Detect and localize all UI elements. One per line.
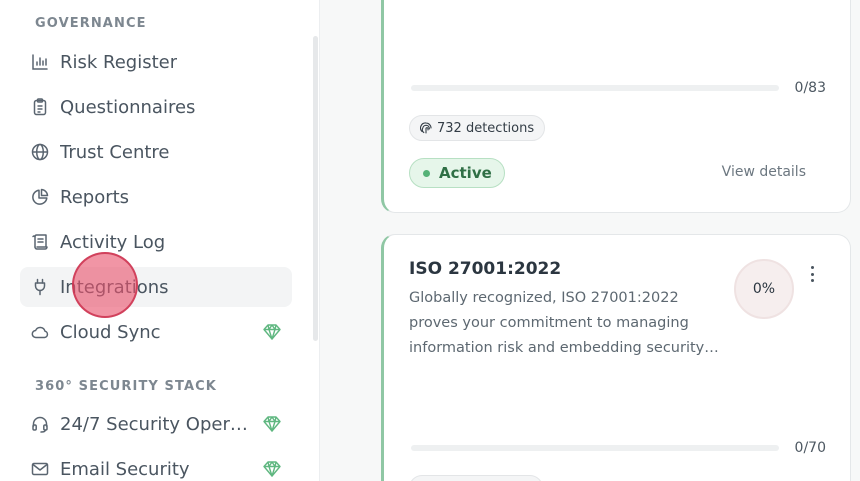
sidebar-item-email-security[interactable]: Email Security: [20, 449, 292, 481]
sidebar-item-integrations[interactable]: Integrations: [20, 267, 292, 307]
progress-count: 0/83: [794, 80, 826, 96]
card-description: Globally recognized, ISO 27001:2022 prov…: [409, 290, 705, 356]
sidebar-item-label: 24/7 Security Operations: [60, 413, 252, 435]
sidebar-item-label: Email Security: [60, 458, 190, 480]
clipboard-icon: [30, 97, 50, 117]
sidebar-item-questionnaires[interactable]: Questionnaires: [20, 87, 292, 127]
more-options-icon[interactable]: [804, 263, 820, 285]
cloud-icon: [30, 322, 50, 342]
bar-chart-icon: [30, 52, 50, 72]
framework-card-iso-27001[interactable]: ISO 27001:2022 Globally recognized, ISO …: [381, 234, 851, 481]
sidebar-item-label: Risk Register: [60, 51, 178, 73]
card-title: ISO 27001:2022: [409, 259, 562, 279]
fingerprint-icon: [420, 122, 432, 134]
sidebar: GOVERNANCE Risk Register Questionnaires …: [0, 0, 320, 481]
sidebar-item-security-operations[interactable]: 24/7 Security Operations: [20, 404, 292, 444]
status-label: Active: [439, 164, 492, 182]
progress-count: 0/70: [794, 440, 826, 456]
detections-count: 732 detections: [437, 120, 535, 136]
sidebar-item-cloud-sync[interactable]: Cloud Sync: [20, 312, 292, 352]
status-dot: [423, 169, 430, 177]
sidebar-item-trust-centre[interactable]: Trust Centre: [20, 132, 292, 172]
sidebar-item-label: Reports: [60, 186, 130, 208]
sidebar-item-label: Questionnaires: [60, 96, 196, 118]
detections-chip: 732 detections: [409, 115, 546, 141]
section-title-security-stack: 360° SECURITY STACK: [35, 379, 217, 394]
sidebar-item-label: Activity Log: [60, 231, 166, 253]
progress-bar: [411, 445, 779, 451]
framework-card[interactable]: 0/83 732 detections Active View details: [381, 0, 851, 213]
sidebar-item-risk-register[interactable]: Risk Register: [20, 42, 292, 82]
sidebar-item-activity-log[interactable]: Activity Log: [20, 222, 292, 262]
detections-chip: [409, 475, 543, 481]
sidebar-item-reports[interactable]: Reports: [20, 177, 292, 217]
progress-bar: [411, 85, 779, 91]
premium-gem-icon: [262, 459, 282, 479]
premium-gem-icon: [262, 322, 282, 342]
sidebar-item-label: Trust Centre: [60, 141, 170, 163]
pie-chart-icon: [30, 187, 50, 207]
sidebar-item-label: Integrations: [60, 276, 169, 298]
sidebar-item-label: Cloud Sync: [60, 321, 161, 343]
headset-icon: [30, 414, 50, 434]
completion-percent: 0%: [734, 259, 794, 319]
premium-gem-icon: [262, 414, 282, 434]
section-title-governance: GOVERNANCE: [35, 16, 147, 31]
view-details-link[interactable]: View details: [722, 164, 806, 180]
sidebar-scrollbar[interactable]: [313, 36, 318, 341]
plug-icon: [30, 277, 50, 297]
status-badge: Active: [409, 158, 505, 188]
scroll-icon: [30, 232, 50, 252]
mail-icon: [30, 459, 50, 479]
globe-icon: [30, 142, 50, 162]
